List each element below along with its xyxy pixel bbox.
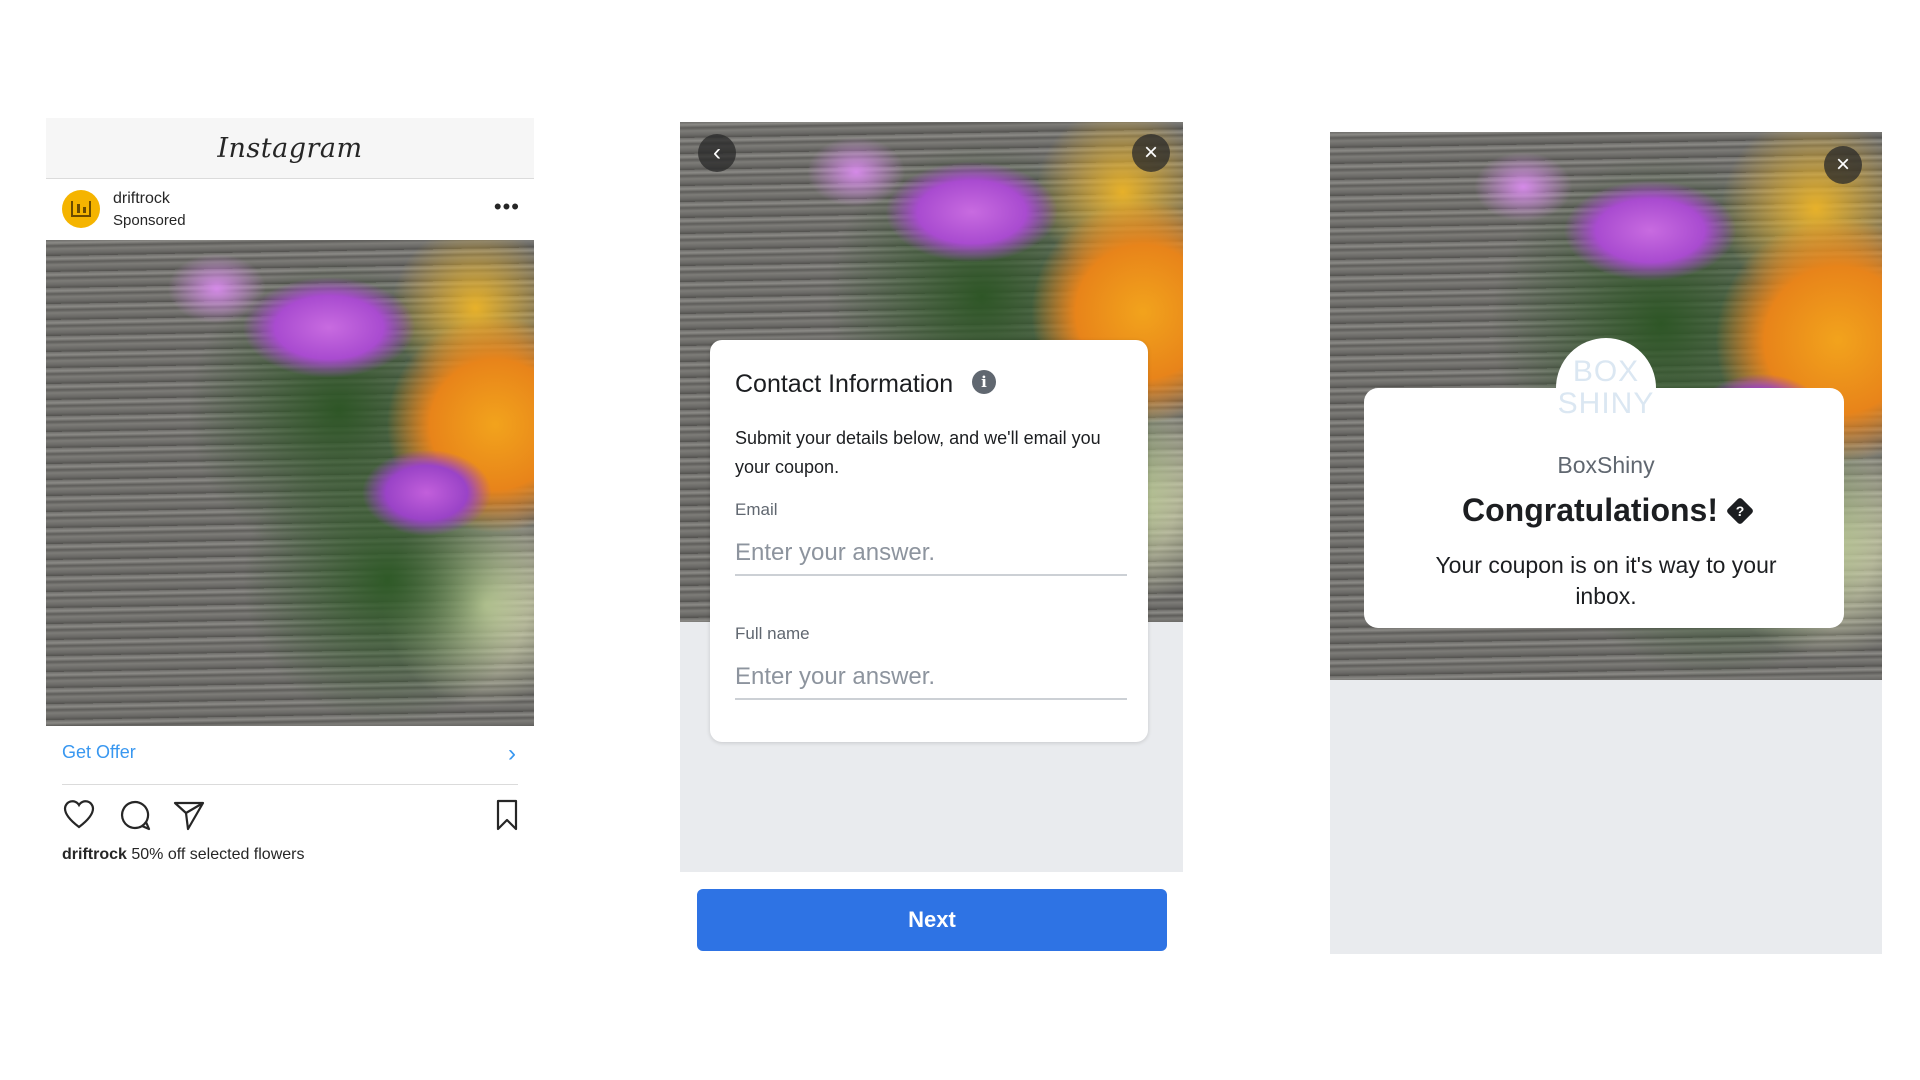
- full-name-label: Full name: [735, 624, 810, 643]
- email-field[interactable]: [735, 532, 1127, 576]
- verified-diamond-icon: ?: [1725, 496, 1755, 525]
- post-actions: [62, 798, 518, 838]
- full-name-field[interactable]: [735, 656, 1127, 700]
- brand-logo-line1: BOX: [1572, 355, 1640, 388]
- sponsored-label: Sponsored: [113, 212, 186, 229]
- confirmation-panel: × BOX SHINY BoxShiny Congratulations!? Y…: [1330, 132, 1882, 954]
- post-caption: driftrock 50% off selected flowers: [62, 846, 304, 864]
- instagram-logo: Instagram: [217, 132, 363, 164]
- info-icon[interactable]: i: [972, 370, 996, 394]
- confirmation-message: Your coupon is on it's way to your inbox…: [1435, 552, 1777, 609]
- caption-text: 50% off selected flowers: [126, 846, 305, 863]
- chevron-right-icon: ›: [508, 740, 516, 767]
- brand-name: BoxShiny: [1557, 452, 1655, 478]
- congrats-row: Congratulations!?: [1330, 492, 1882, 529]
- get-offer-button[interactable]: Get Offer ›: [62, 738, 518, 785]
- close-button[interactable]: ×: [1824, 146, 1862, 184]
- avatar[interactable]: [62, 190, 100, 228]
- form-title: Contact Information: [735, 370, 954, 398]
- close-icon: ×: [1835, 151, 1850, 178]
- account-name[interactable]: driftrock: [113, 190, 170, 208]
- next-button[interactable]: Next: [697, 889, 1167, 951]
- contact-form-card: Contact Information i Submit your detail…: [710, 340, 1148, 742]
- get-offer-label: Get Offer: [62, 742, 136, 762]
- more-options-icon[interactable]: •••: [494, 194, 520, 220]
- instagram-ad-panel: Instagram driftrock Sponsored ••• Get Of…: [46, 118, 534, 878]
- back-button[interactable]: ‹: [698, 134, 736, 172]
- post-account-row: driftrock Sponsored •••: [46, 180, 534, 236]
- close-icon: ×: [1143, 139, 1158, 166]
- bookmark-icon[interactable]: [490, 798, 524, 832]
- caption-username[interactable]: driftrock: [62, 846, 127, 863]
- heart-icon[interactable]: [62, 798, 96, 832]
- close-button[interactable]: ×: [1132, 134, 1170, 172]
- lead-form-panel: ‹ × Contact Information i Submit your de…: [680, 122, 1183, 952]
- brand-logo: BOX SHINY: [1556, 338, 1656, 438]
- congrats-heading: Congratulations!: [1462, 492, 1718, 528]
- comment-icon[interactable]: [118, 798, 152, 832]
- ad-image[interactable]: [46, 240, 534, 726]
- chevron-left-icon: ‹: [713, 139, 721, 166]
- email-label: Email: [735, 500, 778, 519]
- lead-form-screen: ‹ × Contact Information i Submit your de…: [680, 122, 1183, 872]
- instagram-header: Instagram: [46, 118, 534, 179]
- send-icon[interactable]: [172, 798, 206, 832]
- form-description: Submit your details below, and we'll ema…: [735, 428, 1101, 477]
- brand-logo-line2: SHINY: [1557, 387, 1655, 420]
